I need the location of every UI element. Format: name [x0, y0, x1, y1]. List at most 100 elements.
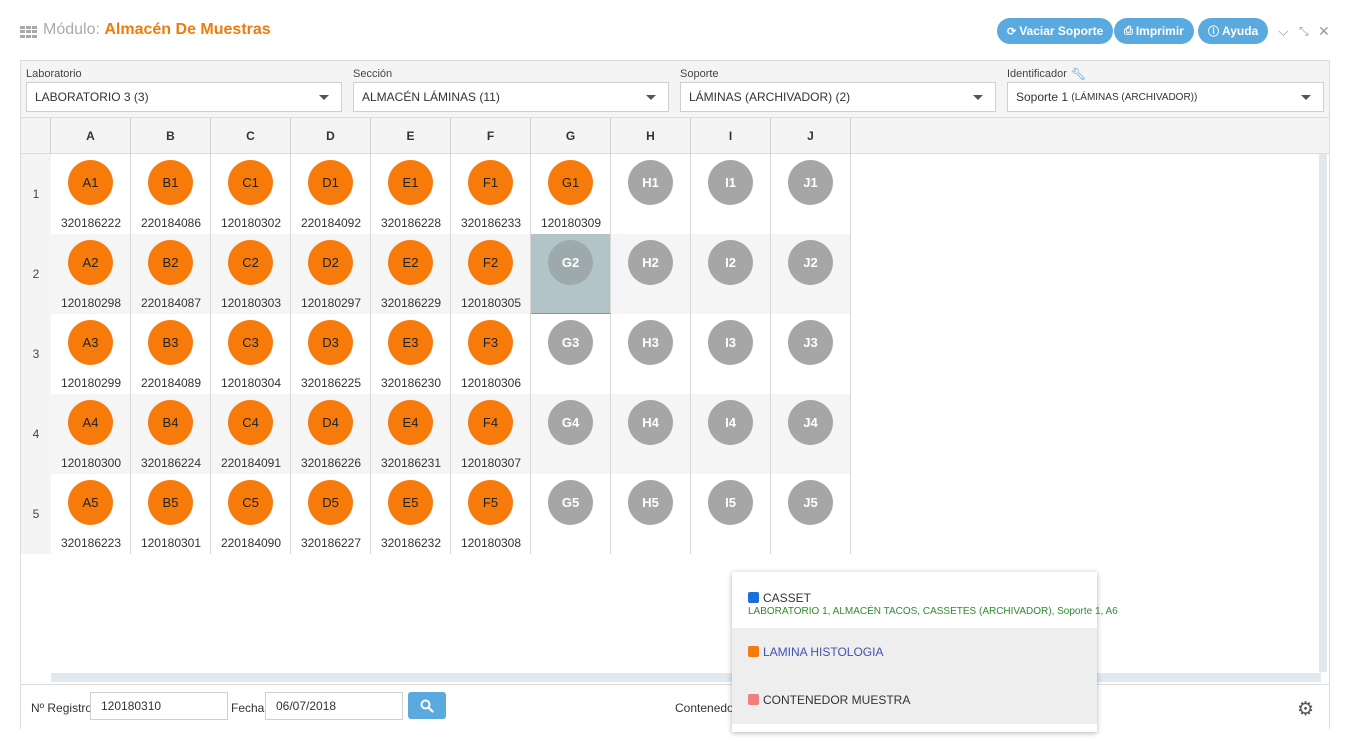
slot-position-e2[interactable]: E2: [388, 240, 433, 285]
slot-position-c3[interactable]: C3: [228, 320, 273, 365]
dropdown-item-casset[interactable]: CASSET LABORATORIO 1, ALMACÉN TACOS, CAS…: [732, 572, 1118, 628]
slot-cell-f2[interactable]: F2 120180305: [451, 234, 531, 314]
slot-position-j1[interactable]: J1: [788, 160, 833, 205]
minimize-arrows-icon[interactable]: ⤡: [1299, 23, 1309, 39]
slot-cell-a3[interactable]: A3 120180299: [51, 314, 131, 394]
slot-position-i3[interactable]: I3: [708, 320, 753, 365]
slot-position-c2[interactable]: C2: [228, 240, 273, 285]
slot-cell-i5[interactable]: I5: [691, 474, 771, 554]
slot-cell-j2[interactable]: J2: [771, 234, 851, 314]
slot-cell-a5[interactable]: A5 320186223: [51, 474, 131, 554]
slot-cell-f1[interactable]: F1 320186233: [451, 154, 531, 234]
slot-position-a2[interactable]: A2: [68, 240, 113, 285]
slot-cell-h1[interactable]: H1: [611, 154, 691, 234]
slot-cell-e4[interactable]: E4 320186231: [371, 394, 451, 474]
slot-position-j2[interactable]: J2: [788, 240, 833, 285]
slot-cell-d1[interactable]: D1 220184092: [291, 154, 371, 234]
slot-cell-h5[interactable]: H5: [611, 474, 691, 554]
slot-cell-g3[interactable]: G3: [531, 314, 611, 394]
slot-position-c5[interactable]: C5: [228, 480, 273, 525]
slot-position-g4[interactable]: G4: [548, 400, 593, 445]
search-button[interactable]: [408, 692, 446, 719]
seccion-select[interactable]: ALMACÉN LÁMINAS (11): [353, 82, 669, 112]
slot-cell-e5[interactable]: E5 320186232: [371, 474, 451, 554]
imprimir-button[interactable]: ⎙ Imprimir: [1114, 18, 1194, 44]
gear-icon[interactable]: ⚙: [1297, 698, 1314, 721]
slot-position-g1[interactable]: G1: [548, 160, 593, 205]
slot-position-b4[interactable]: B4: [148, 400, 193, 445]
slot-cell-a4[interactable]: A4 120180300: [51, 394, 131, 474]
slot-cell-b4[interactable]: B4 320186224: [131, 394, 211, 474]
slot-position-a3[interactable]: A3: [68, 320, 113, 365]
slot-cell-b5[interactable]: B5 120180301: [131, 474, 211, 554]
slot-cell-d2[interactable]: D2 120180297: [291, 234, 371, 314]
slot-position-g2[interactable]: G2: [548, 240, 593, 285]
slot-position-b2[interactable]: B2: [148, 240, 193, 285]
slot-cell-c2[interactable]: C2 120180303: [211, 234, 291, 314]
slot-position-h3[interactable]: H3: [628, 320, 673, 365]
slot-position-a1[interactable]: A1: [68, 160, 113, 205]
horizontal-scrollbar[interactable]: [51, 673, 1321, 682]
slot-position-f4[interactable]: F4: [468, 400, 513, 445]
slot-position-j5[interactable]: J5: [788, 480, 833, 525]
slot-position-f1[interactable]: F1: [468, 160, 513, 205]
identificador-select[interactable]: Soporte 1 (LÁMINAS (ARCHIVADOR)): [1007, 82, 1324, 112]
soporte-select[interactable]: LÁMINAS (ARCHIVADOR) (2): [680, 82, 996, 112]
slot-cell-b2[interactable]: B2 220184087: [131, 234, 211, 314]
slot-cell-c5[interactable]: C5 220184090: [211, 474, 291, 554]
close-icon[interactable]: ✕: [1318, 23, 1330, 39]
slot-cell-h2[interactable]: H2: [611, 234, 691, 314]
slot-cell-j4[interactable]: J4: [771, 394, 851, 474]
slot-cell-i4[interactable]: I4: [691, 394, 771, 474]
vaciar-soporte-button[interactable]: ⟳ Vaciar Soporte: [997, 18, 1114, 44]
slot-position-j4[interactable]: J4: [788, 400, 833, 445]
slot-cell-i3[interactable]: I3: [691, 314, 771, 394]
slot-cell-a1[interactable]: A1 320186222: [51, 154, 131, 234]
slot-position-g5[interactable]: G5: [548, 480, 593, 525]
slot-position-f5[interactable]: F5: [468, 480, 513, 525]
slot-cell-d5[interactable]: D5 320186227: [291, 474, 371, 554]
slot-position-c4[interactable]: C4: [228, 400, 273, 445]
dropdown-item-lamina-histologia[interactable]: LAMINA HISTOLOGIA: [732, 628, 1097, 676]
slot-position-b1[interactable]: B1: [148, 160, 193, 205]
slot-cell-j1[interactable]: J1: [771, 154, 851, 234]
slot-cell-c1[interactable]: C1 120180302: [211, 154, 291, 234]
slot-cell-f5[interactable]: F5 120180308: [451, 474, 531, 554]
slot-cell-g5[interactable]: G5: [531, 474, 611, 554]
ayuda-button[interactable]: ⓘ Ayuda: [1198, 18, 1269, 44]
slot-cell-h3[interactable]: H3: [611, 314, 691, 394]
slot-cell-d4[interactable]: D4 320186226: [291, 394, 371, 474]
slot-cell-e2[interactable]: E2 320186229: [371, 234, 451, 314]
wrench-icon[interactable]: 🔧︎: [1071, 66, 1086, 82]
slot-cell-f4[interactable]: F4 120180307: [451, 394, 531, 474]
slot-cell-f3[interactable]: F3 120180306: [451, 314, 531, 394]
slot-cell-c4[interactable]: C4 220184091: [211, 394, 291, 474]
slot-position-h2[interactable]: H2: [628, 240, 673, 285]
slot-cell-j5[interactable]: J5: [771, 474, 851, 554]
slot-position-e5[interactable]: E5: [388, 480, 433, 525]
slot-position-f3[interactable]: F3: [468, 320, 513, 365]
slot-cell-g1[interactable]: G1 120180309: [531, 154, 611, 234]
slot-cell-c3[interactable]: C3 120180304: [211, 314, 291, 394]
vertical-scrollbar[interactable]: [1319, 154, 1327, 672]
slot-cell-g4[interactable]: G4: [531, 394, 611, 474]
registro-input[interactable]: 120180310: [90, 692, 228, 720]
slot-position-d3[interactable]: D3: [308, 320, 353, 365]
slot-cell-a2[interactable]: A2 120180298: [51, 234, 131, 314]
slot-position-f2[interactable]: F2: [468, 240, 513, 285]
slot-cell-b3[interactable]: B3 220184089: [131, 314, 211, 394]
slot-position-b5[interactable]: B5: [148, 480, 193, 525]
slot-cell-d3[interactable]: D3 320186225: [291, 314, 371, 394]
slot-cell-j3[interactable]: J3: [771, 314, 851, 394]
slot-position-e4[interactable]: E4: [388, 400, 433, 445]
slot-position-e3[interactable]: E3: [388, 320, 433, 365]
slot-position-i1[interactable]: I1: [708, 160, 753, 205]
slot-position-d5[interactable]: D5: [308, 480, 353, 525]
slot-cell-e3[interactable]: E3 320186230: [371, 314, 451, 394]
slot-position-i4[interactable]: I4: [708, 400, 753, 445]
slot-position-d4[interactable]: D4: [308, 400, 353, 445]
slot-position-d1[interactable]: D1: [308, 160, 353, 205]
slot-cell-h4[interactable]: H4: [611, 394, 691, 474]
slot-position-a5[interactable]: A5: [68, 480, 113, 525]
slot-cell-i2[interactable]: I2: [691, 234, 771, 314]
